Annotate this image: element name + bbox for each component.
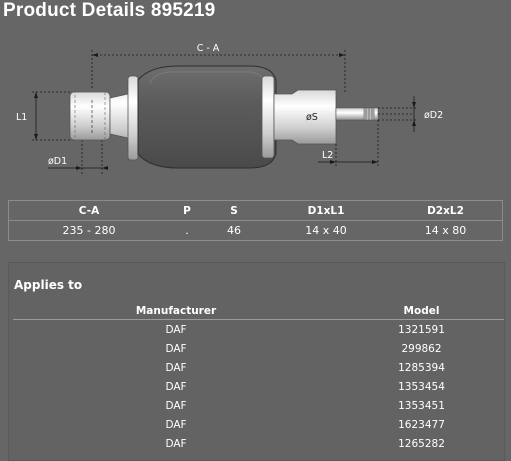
label-s: øS <box>306 112 318 123</box>
applies-to-panel: Applies to Manufacturer Model DAF 132159… <box>8 262 505 461</box>
model-cell: 1623477 <box>398 418 445 431</box>
label-d1: øD1 <box>48 156 67 167</box>
specs-header-p: P <box>169 200 205 221</box>
specs-cell-p: . <box>185 224 189 237</box>
manufacturer-cell: DAF <box>165 399 187 412</box>
air-bellow <box>137 65 277 169</box>
model-cell: 1265282 <box>398 437 445 450</box>
manufacturer-cell: DAF <box>165 323 187 336</box>
manufacturer-cell: DAF <box>165 437 187 450</box>
model-cell: 299862 <box>401 342 442 355</box>
left-piston-plate <box>127 75 139 161</box>
table-row: DAF 1353451 <box>13 396 504 415</box>
product-technical-drawing: C - A L1 øD1 øS øD2 L2 <box>16 43 443 174</box>
specs-header-row: C-A P S D1xL1 D2xL2 <box>8 200 503 221</box>
header-manufacturer: Manufacturer <box>13 303 339 320</box>
applications-header-row: Manufacturer Model <box>13 303 504 320</box>
specs-cell-d1xl1: 14 x 40 <box>305 224 347 237</box>
table-row: DAF 1353454 <box>13 377 504 396</box>
specs-header-d2xl2: D2xL2 <box>389 200 503 221</box>
applications-table: Manufacturer Model DAF 1321591 DAF 29986… <box>13 303 504 453</box>
model-cell: 1353454 <box>398 380 445 393</box>
table-row: DAF 1321591 <box>13 320 504 340</box>
piston-rod <box>335 107 412 121</box>
manufacturer-cell: DAF <box>165 418 187 431</box>
applies-to-title: Applies to <box>14 278 83 292</box>
manufacturer-cell: DAF <box>165 342 187 355</box>
dimension-l1: L1 <box>16 91 70 141</box>
table-row: DAF 299862 <box>13 339 504 358</box>
table-row: DAF 1285394 <box>13 358 504 377</box>
specs-row: 235 - 280 . 46 14 x 40 14 x 80 <box>9 221 503 241</box>
model-cell: 1321591 <box>398 323 445 336</box>
page-title: Product Details 895219 <box>3 0 216 21</box>
specs-cell-ca: 235 - 280 <box>62 224 116 237</box>
manufacturer-cell: DAF <box>165 380 187 393</box>
header-model: Model <box>339 303 504 320</box>
specs-header-s: S <box>205 200 263 221</box>
specs-cell-d2xl2: 14 x 80 <box>424 224 467 237</box>
right-piston: øS <box>261 75 337 159</box>
specs-table: C-A P S D1xL1 D2xL2 235 - 280 . 46 14 x … <box>8 200 503 241</box>
model-cell: 1285394 <box>398 361 445 374</box>
product-details-page: Product Details 895219 C - A L1 øD1 øS ø… <box>0 0 511 461</box>
label-ca: C - A <box>197 43 220 54</box>
table-row: DAF 1623477 <box>13 415 504 434</box>
left-eye-mount <box>69 82 137 150</box>
label-l2: L2 <box>322 150 333 161</box>
label-l1: L1 <box>16 112 27 123</box>
specs-cell-s: 46 <box>227 224 241 237</box>
label-d2: øD2 <box>424 110 443 121</box>
specs-header-ca: C-A <box>8 200 169 221</box>
table-row: DAF 1265282 <box>13 434 504 453</box>
manufacturer-cell: DAF <box>165 361 187 374</box>
model-cell: 1353451 <box>398 399 445 412</box>
specs-header-d1xl1: D1xL1 <box>263 200 389 221</box>
